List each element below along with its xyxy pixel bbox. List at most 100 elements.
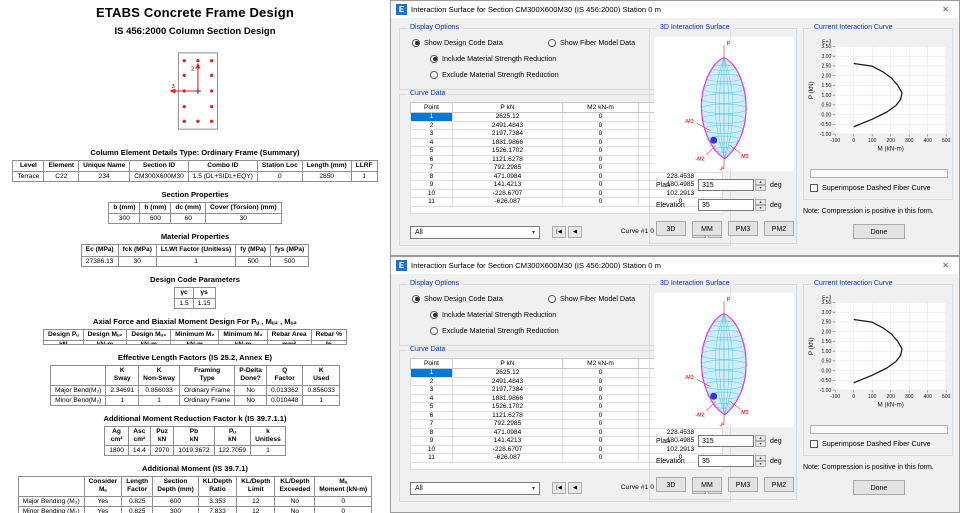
table-cell[interactable]: 792.2985 (453, 420, 563, 429)
table-cell[interactable]: 5 (411, 403, 453, 412)
table-cell[interactable]: 2491.4843 (453, 121, 563, 130)
table-cell[interactable]: 0 (563, 130, 639, 139)
table-cell[interactable]: 2625.12 (453, 369, 563, 378)
table-cell[interactable]: 0 (563, 189, 639, 198)
table-cell[interactable]: 0 (563, 147, 639, 156)
table-cell[interactable]: 471.0984 (453, 172, 563, 181)
radio-off-icon[interactable] (430, 71, 438, 79)
spinner-down-icon[interactable]: ▼ (755, 441, 766, 447)
table-cell[interactable]: 6 (411, 155, 453, 164)
table-cell[interactable]: 0 (563, 138, 639, 147)
radio-exclude-reduction[interactable]: Exclude Material Strength Reduction (430, 326, 559, 335)
radio-off-icon[interactable] (430, 327, 438, 335)
table-cell[interactable]: 0 (563, 369, 639, 378)
view-pm3-button[interactable]: PM3 (728, 221, 758, 236)
table-cell[interactable]: 7 (411, 420, 453, 429)
table-cell[interactable]: 0 (563, 386, 639, 395)
table-cell[interactable]: 1526.1702 (453, 403, 563, 412)
table-cell[interactable]: 0 (563, 164, 639, 173)
close-icon[interactable]: ✕ (937, 5, 954, 14)
spinner-down-icon[interactable]: ▼ (755, 185, 766, 191)
table-cell[interactable]: 0 (563, 113, 639, 122)
table-cell[interactable]: 9 (411, 437, 453, 446)
table-cell[interactable]: 0 (563, 172, 639, 181)
radio-show-fiber-model[interactable]: Show Fiber Model Data (548, 294, 635, 303)
table-cell[interactable]: 1881.9866 (453, 138, 563, 147)
spinner-down-icon[interactable]: ▼ (755, 461, 766, 467)
table-cell[interactable]: 11 (411, 198, 453, 207)
table-cell[interactable]: -626.087 (453, 454, 563, 463)
previous-curve-button[interactable]: ◀ (568, 482, 582, 494)
surface-3d-plot[interactable]: P -P -M3 -M2 M3 (654, 293, 794, 427)
plan-input[interactable] (698, 179, 754, 191)
first-curve-button[interactable]: |◀ (552, 226, 566, 238)
table-cell[interactable]: 8 (411, 428, 453, 437)
close-icon[interactable]: ✕ (937, 261, 954, 270)
radio-off-icon[interactable] (548, 295, 556, 303)
table-cell[interactable]: 2625.12 (453, 113, 563, 122)
table-cell[interactable]: 1526.1702 (453, 147, 563, 156)
table-cell[interactable]: 471.0984 (453, 428, 563, 437)
radio-on-icon[interactable] (430, 55, 438, 63)
superimpose-checkbox-row[interactable]: Superimpose Dashed Fiber Curve (810, 183, 931, 192)
table-cell[interactable]: 1 (411, 113, 453, 122)
table-cell[interactable]: 141.4213 (453, 181, 563, 190)
view-3d-button[interactable]: 3D (656, 477, 686, 492)
radio-on-icon[interactable] (412, 39, 420, 47)
radio-on-icon[interactable] (412, 295, 420, 303)
radio-include-reduction[interactable]: Include Material Strength Reduction (430, 310, 556, 319)
table-cell[interactable]: 11 (411, 454, 453, 463)
radio-include-reduction[interactable]: Include Material Strength Reduction (430, 54, 556, 63)
done-button[interactable]: Done (853, 224, 905, 239)
table-cell[interactable]: 3 (411, 386, 453, 395)
view-mm-button[interactable]: MM (692, 221, 722, 236)
table-cell[interactable]: 2 (411, 377, 453, 386)
table-cell[interactable]: 4 (411, 394, 453, 403)
first-curve-button[interactable]: |◀ (552, 482, 566, 494)
table-cell[interactable]: 0 (563, 411, 639, 420)
table-cell[interactable]: 6 (411, 411, 453, 420)
table-cell[interactable]: 4 (411, 138, 453, 147)
table-cell[interactable]: 0 (563, 437, 639, 446)
table-cell[interactable]: 792.2985 (453, 164, 563, 173)
checkbox-unchecked-icon[interactable] (810, 184, 818, 192)
table-cell[interactable]: 9 (411, 181, 453, 190)
table-cell[interactable]: -626.087 (453, 198, 563, 207)
view-pm2-button[interactable]: PM2 (764, 477, 794, 492)
table-cell[interactable]: 1121.6278 (453, 155, 563, 164)
table-cell[interactable]: 141.4213 (453, 437, 563, 446)
table-cell[interactable]: 0 (563, 394, 639, 403)
table-cell[interactable]: 10 (411, 189, 453, 198)
table-cell[interactable]: 7 (411, 164, 453, 173)
spinner-down-icon[interactable]: ▼ (755, 205, 766, 211)
view-mm-button[interactable]: MM (692, 477, 722, 492)
plan-input[interactable] (698, 435, 754, 447)
table-cell[interactable]: -228.6707 (453, 189, 563, 198)
radio-on-icon[interactable] (430, 311, 438, 319)
table-cell[interactable]: 0 (563, 181, 639, 190)
table-cell[interactable]: 2491.4843 (453, 377, 563, 386)
table-cell[interactable]: 0 (563, 155, 639, 164)
table-cell[interactable]: 10 (411, 445, 453, 454)
table-cell[interactable]: 0 (563, 428, 639, 437)
table-cell[interactable]: 2 (411, 121, 453, 130)
table-cell[interactable]: 0 (563, 121, 639, 130)
elevation-input[interactable] (698, 455, 754, 467)
table-cell[interactable]: 1 (411, 369, 453, 378)
elevation-spinner[interactable]: ▲ ▼ (755, 455, 766, 467)
table-cell[interactable]: 0 (563, 198, 639, 207)
previous-curve-button[interactable]: ◀ (568, 226, 582, 238)
table-cell[interactable]: 3 (411, 130, 453, 139)
checkbox-unchecked-icon[interactable] (810, 440, 818, 448)
radio-show-design-code[interactable]: Show Design Code Data (412, 294, 503, 303)
radio-exclude-reduction[interactable]: Exclude Material Strength Reduction (430, 70, 559, 79)
table-cell[interactable]: 1121.6278 (453, 411, 563, 420)
table-cell[interactable]: 1881.9866 (453, 394, 563, 403)
view-3d-button[interactable]: 3D (656, 221, 686, 236)
table-cell[interactable]: 5 (411, 147, 453, 156)
table-cell[interactable]: 0 (563, 420, 639, 429)
table-cell[interactable]: -228.6707 (453, 445, 563, 454)
radio-show-design-code[interactable]: Show Design Code Data (412, 38, 503, 47)
radio-show-fiber-model[interactable]: Show Fiber Model Data (548, 38, 635, 47)
curve-filter-dropdown[interactable]: All ▾ (410, 482, 540, 495)
